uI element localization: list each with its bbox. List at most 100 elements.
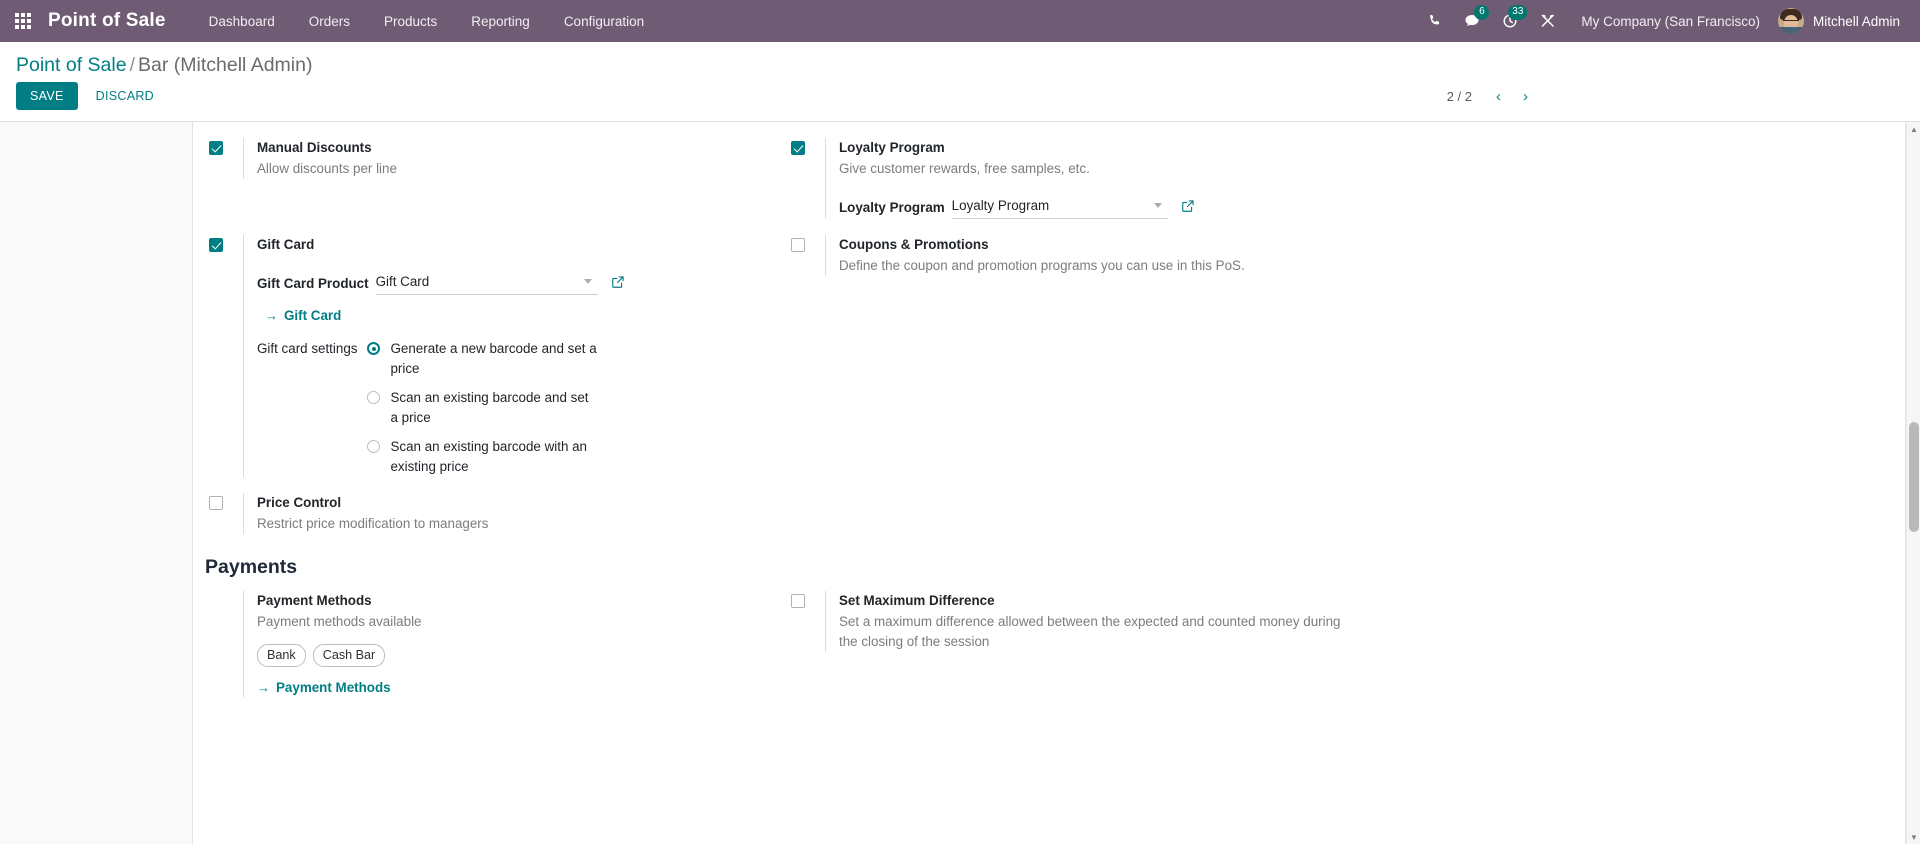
menu-item-reporting[interactable]: Reporting xyxy=(454,0,547,42)
settings-column-left-3: Price Control Restrict price modificatio… xyxy=(193,485,775,542)
loyalty-program-field[interactable]: Loyalty Program xyxy=(951,195,1168,219)
save-button[interactable]: SAVE xyxy=(16,82,78,110)
main-menu: Dashboard Orders Products Reporting Conf… xyxy=(192,0,661,42)
radio-icon[interactable] xyxy=(367,440,381,453)
coupons-promotions-desc: Define the coupon and promotion programs… xyxy=(839,258,1245,273)
manual-discounts-checkbox[interactable] xyxy=(209,141,223,155)
scroll-up-arrow-icon[interactable]: ▲ xyxy=(1907,122,1920,136)
breadcrumb: Point of Sale / Bar (Mitchell Admin) xyxy=(16,54,312,77)
gift-card-title: Gift Card xyxy=(257,237,315,252)
loyalty-program-field-label: Loyalty Program xyxy=(839,200,945,215)
gift-card-option-scan-set-price[interactable]: Scan an existing barcode and set a price xyxy=(367,388,598,428)
chevron-down-icon[interactable] xyxy=(583,278,592,284)
gift-card-option-scan-existing-price[interactable]: Scan an existing barcode with an existin… xyxy=(367,437,598,477)
arrow-right-icon: → xyxy=(257,680,270,695)
gift-card-product-label: Gift Card Product xyxy=(257,276,369,291)
app-brand-title[interactable]: Point of Sale xyxy=(46,10,192,32)
messages-badge: 6 xyxy=(1474,5,1490,20)
payment-methods-internal-link-label: Payment Methods xyxy=(276,680,391,695)
max-difference-desc: Set a maximum difference allowed between… xyxy=(839,614,1341,649)
max-difference-checkbox[interactable] xyxy=(791,594,805,608)
section-heading-payments: Payments xyxy=(205,556,298,578)
settings-column-left-4: Payment Methods Payment methods availabl… xyxy=(193,583,775,705)
menu-item-dashboard[interactable]: Dashboard xyxy=(192,0,292,42)
grid-apps-icon xyxy=(15,13,31,29)
payment-methods-tags: Bank Cash Bar xyxy=(257,644,767,667)
chevron-down-icon[interactable] xyxy=(1153,202,1162,208)
menu-item-products[interactable]: Products xyxy=(367,0,454,42)
settings-column-right-1: Loyalty Program Give customer rewards, f… xyxy=(775,130,1357,227)
external-link-icon[interactable] xyxy=(611,275,625,295)
gift-card-internal-link[interactable]: → Gift Card xyxy=(265,308,341,323)
control-panel: Point of Sale / Bar (Mitchell Admin) SAVE … xyxy=(0,42,1920,122)
settings-body: Manual Discounts Allow discounts per lin… xyxy=(0,122,1920,844)
gift-card-option-label: Generate a new barcode and set a price xyxy=(390,341,597,376)
gift-card-product-field[interactable]: Gift Card xyxy=(375,271,598,295)
manual-discounts-title: Manual Discounts xyxy=(257,140,372,155)
arrow-right-icon: → xyxy=(265,308,278,323)
gift-card-option-generate-barcode[interactable]: Generate a new barcode and set a price xyxy=(367,339,598,379)
breadcrumb-current: Bar (Mitchell Admin) xyxy=(138,54,313,76)
settings-sidebar xyxy=(0,122,193,844)
radio-icon[interactable] xyxy=(367,342,381,355)
pager-previous-button[interactable]: ‹ xyxy=(1486,85,1511,108)
loyalty-program-field-row: Loyalty Program Loyalty Program xyxy=(839,179,1349,219)
scroll-down-arrow-icon[interactable]: ▼ xyxy=(1907,830,1920,844)
record-pager: 2 / 2 ‹ › xyxy=(1447,85,1904,108)
payment-methods-internal-link[interactable]: → Payment Methods xyxy=(257,680,391,695)
vertical-scrollbar[interactable]: ▲ ▼ xyxy=(1906,122,1920,844)
activities-clock-icon[interactable]: 33 xyxy=(1491,0,1529,42)
max-difference-title: Set Maximum Difference xyxy=(839,593,995,608)
coupons-promotions-title: Coupons & Promotions xyxy=(839,237,989,252)
gift-card-settings-row: Gift card settings Generate a new barcod… xyxy=(257,325,767,477)
top-navbar: Point of Sale Dashboard Orders Products … xyxy=(0,0,1920,42)
loyalty-program-checkbox[interactable] xyxy=(791,141,805,155)
payment-method-tag[interactable]: Bank xyxy=(257,644,306,667)
price-control-checkbox[interactable] xyxy=(209,496,223,510)
payment-method-tag[interactable]: Cash Bar xyxy=(312,644,386,667)
loyalty-program-desc: Give customer rewards, free samples, etc… xyxy=(839,161,1090,176)
loyalty-program-title: Loyalty Program xyxy=(839,140,945,155)
setting-loyalty-program: Loyalty Program Give customer rewards, f… xyxy=(791,130,1349,227)
debug-tools-icon[interactable] xyxy=(1529,0,1567,42)
settings-content: Manual Discounts Allow discounts per lin… xyxy=(193,122,1920,844)
setting-max-difference: Set Maximum Difference Set a maximum dif… xyxy=(791,583,1349,660)
gift-card-settings-label: Gift card settings xyxy=(257,341,358,356)
discard-button[interactable]: DISCARD xyxy=(84,82,166,110)
payment-methods-title: Payment Methods xyxy=(257,593,372,608)
radio-icon[interactable] xyxy=(367,391,381,404)
user-menu[interactable]: Mitchell Admin xyxy=(1774,0,1908,42)
manual-discounts-desc: Allow discounts per line xyxy=(257,161,397,176)
settings-column-left-2: Gift Card Gift Card Product Gift Card → … xyxy=(193,227,775,485)
setting-manual-discounts: Manual Discounts Allow discounts per lin… xyxy=(209,130,767,187)
breadcrumb-root-link[interactable]: Point of Sale xyxy=(16,54,127,76)
settings-column-right-4: Set Maximum Difference Set a maximum dif… xyxy=(775,583,1357,705)
settings-column-left-1: Manual Discounts Allow discounts per lin… xyxy=(193,130,775,227)
navbar-right-tools: 6 33 My Company (San Francisco) Mitchell… xyxy=(1416,0,1908,42)
gift-card-settings-options: Generate a new barcode and set a price S… xyxy=(367,339,598,477)
payment-methods-desc: Payment methods available xyxy=(257,614,422,629)
menu-item-configuration[interactable]: Configuration xyxy=(547,0,661,42)
external-link-icon[interactable] xyxy=(1181,199,1195,219)
menu-item-orders[interactable]: Orders xyxy=(292,0,367,42)
setting-coupons-promotions: Coupons & Promotions Define the coupon a… xyxy=(791,227,1349,284)
company-switcher[interactable]: My Company (San Francisco) xyxy=(1567,14,1774,29)
pager-next-button[interactable]: › xyxy=(1513,85,1538,108)
coupons-promotions-checkbox[interactable] xyxy=(791,238,805,252)
gift-card-checkbox[interactable] xyxy=(209,238,223,252)
phone-icon[interactable] xyxy=(1416,0,1453,42)
scrollbar-thumb[interactable] xyxy=(1909,422,1919,532)
gift-card-product-value[interactable]: Gift Card xyxy=(376,271,576,293)
apps-menu-button[interactable] xyxy=(0,13,46,29)
gift-card-product-row: Gift Card Product Gift Card xyxy=(257,255,767,295)
loyalty-program-field-value[interactable]: Loyalty Program xyxy=(952,195,1146,217)
breadcrumb-separator: / xyxy=(129,54,135,76)
setting-price-control: Price Control Restrict price modificatio… xyxy=(209,485,767,542)
activities-badge: 33 xyxy=(1508,5,1528,20)
settings-column-right-3 xyxy=(775,485,1357,542)
user-name-label: Mitchell Admin xyxy=(1812,13,1900,29)
pager-value: 2 / 2 xyxy=(1446,88,1472,104)
price-control-title: Price Control xyxy=(257,495,342,510)
messages-icon[interactable]: 6 xyxy=(1453,0,1491,42)
price-control-desc: Restrict price modification to managers xyxy=(257,516,489,531)
